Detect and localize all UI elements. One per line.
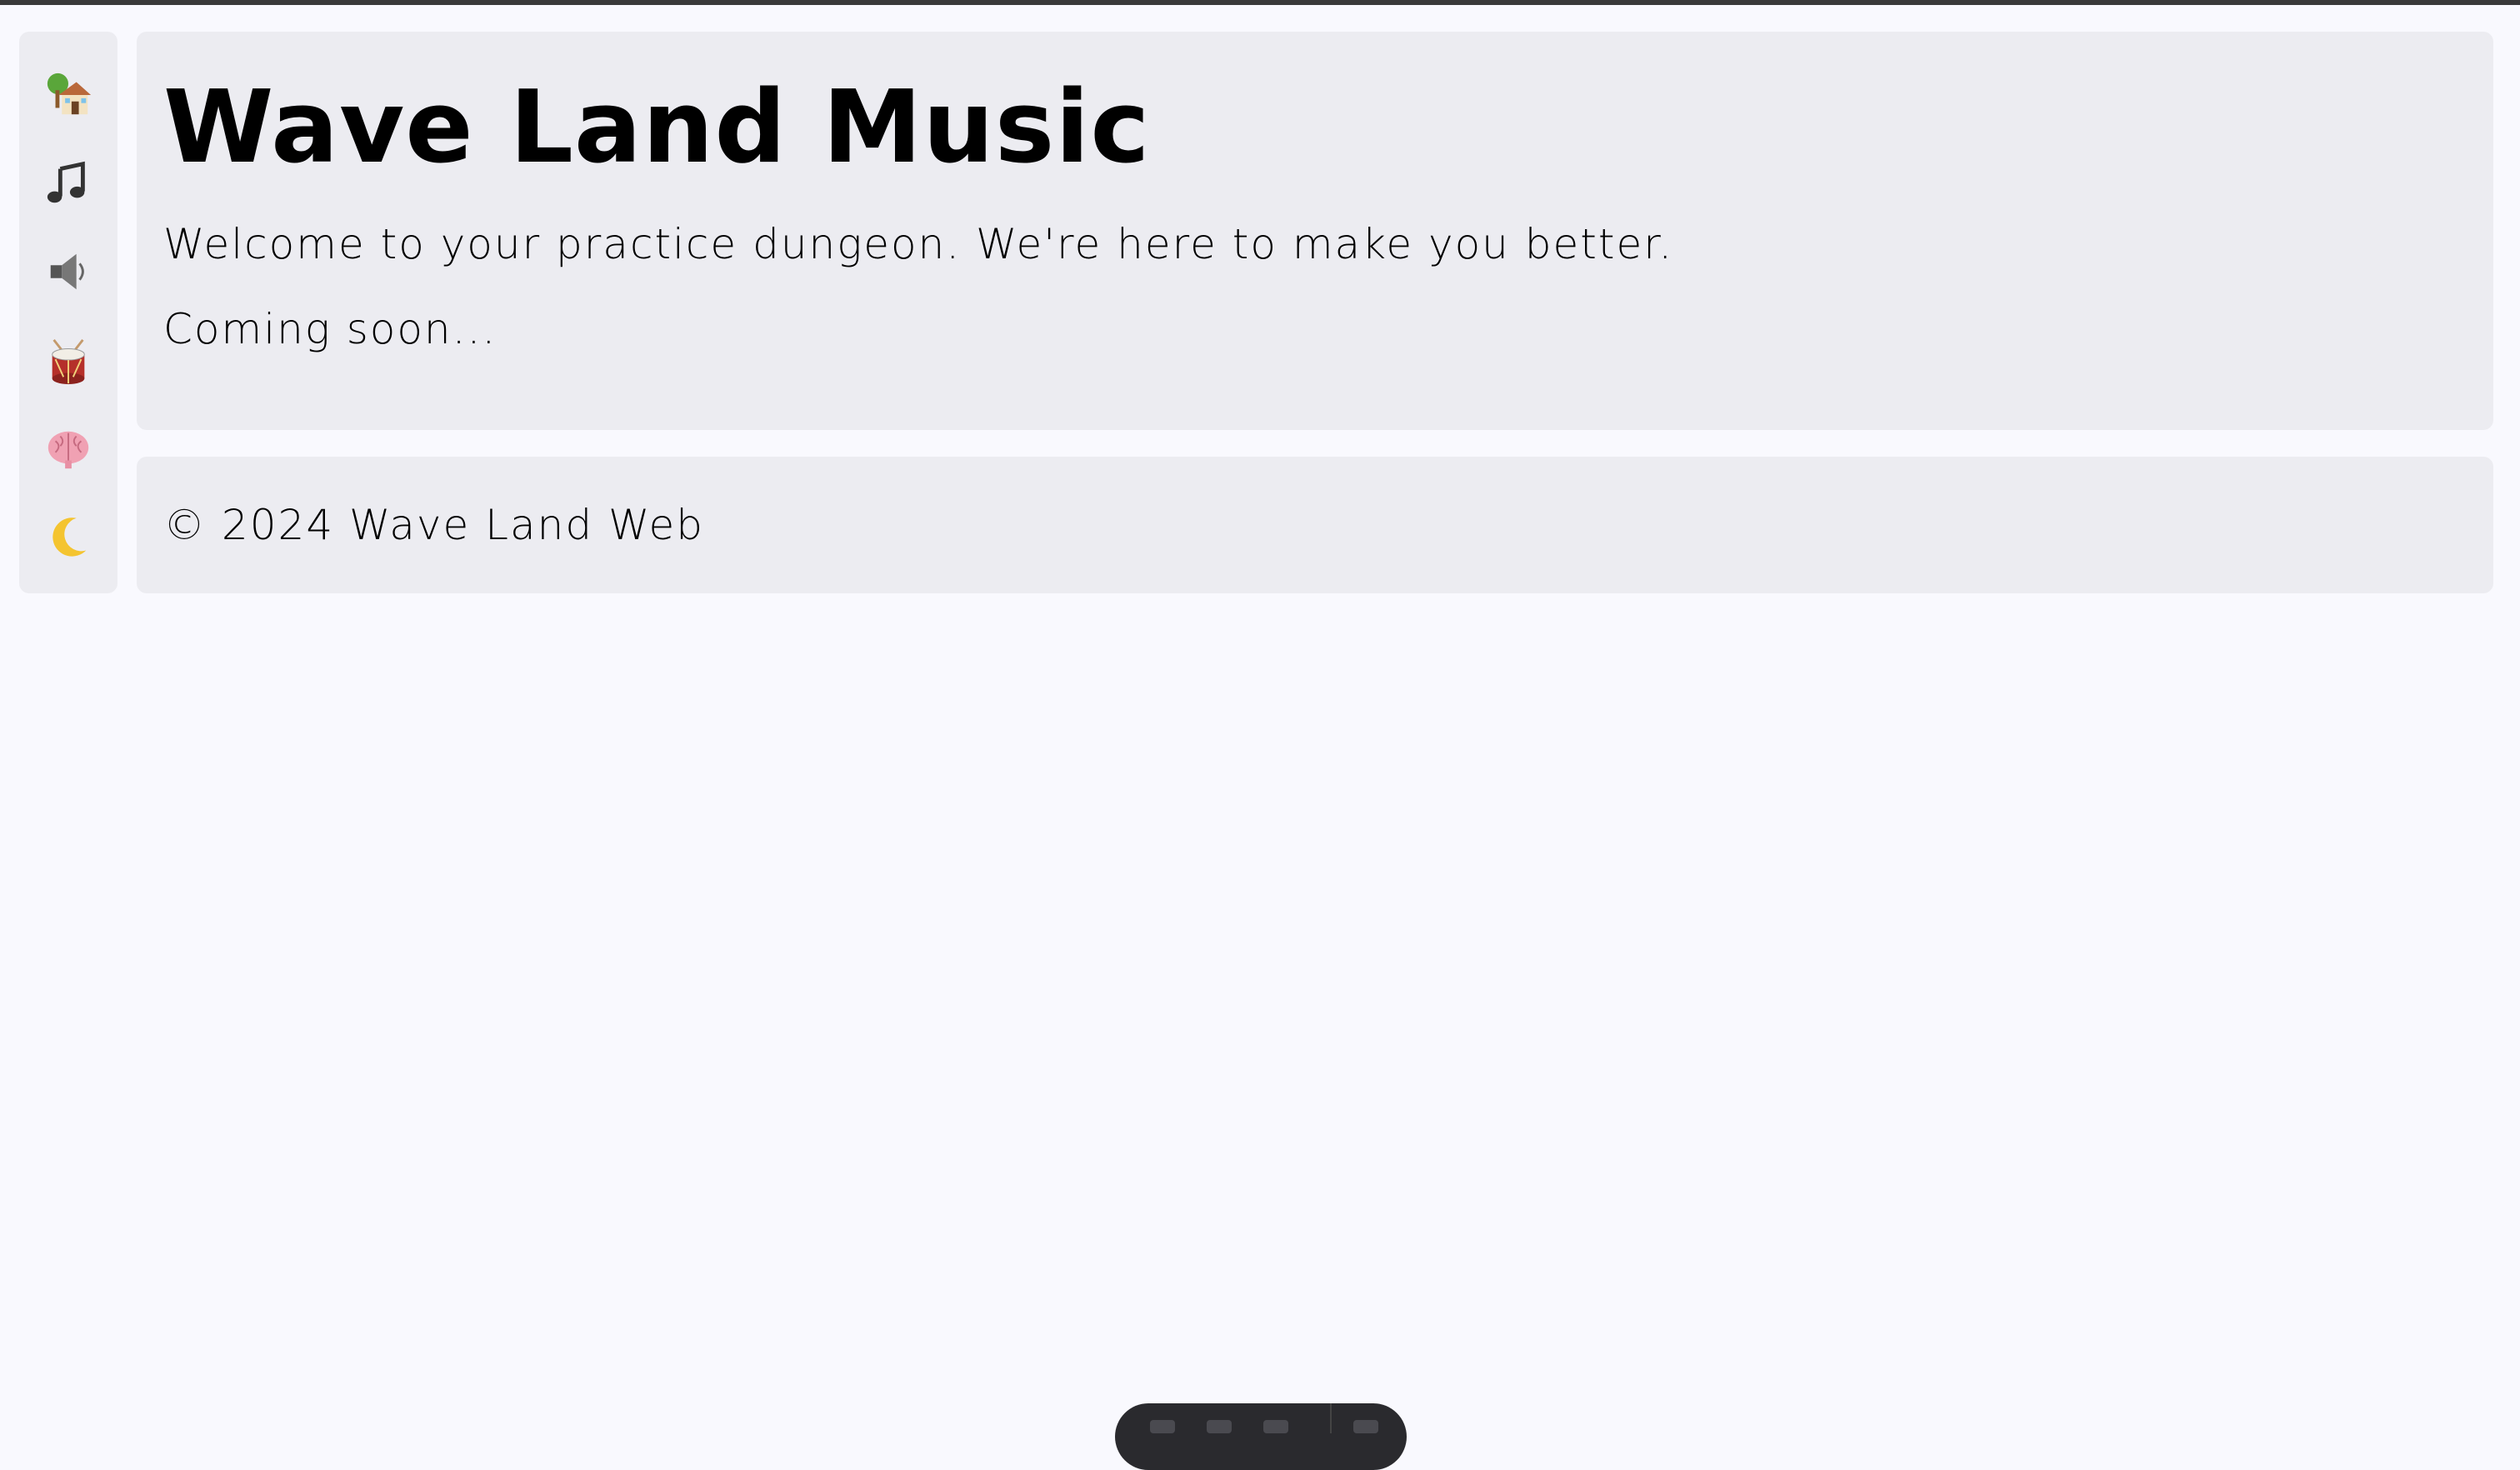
toolbar-button[interactable]	[1150, 1420, 1175, 1433]
toolbar-button[interactable]	[1207, 1420, 1232, 1433]
hero-panel: Wave Land Music Welcome to your practice…	[137, 32, 2493, 430]
toolbar-divider	[1330, 1403, 1332, 1433]
brain-icon	[48, 431, 89, 469]
copyright-text: © 2024 Wave Land Web	[163, 501, 704, 549]
toolbar-settings-button[interactable]	[1353, 1420, 1378, 1433]
music-note-icon	[47, 161, 85, 203]
moon-icon	[52, 518, 87, 557]
house-with-tree-icon	[47, 72, 92, 114]
sidebar-item-home[interactable]	[35, 62, 102, 128]
window-top-border	[0, 0, 2520, 5]
speaker-icon	[50, 254, 84, 290]
sidebar-nav	[19, 32, 118, 593]
drum-icon	[52, 338, 85, 384]
welcome-text: Welcome to your practice dungeon. We're …	[163, 220, 1674, 268]
page-title: Wave Land Music	[163, 70, 1151, 186]
sidebar-item-dark-mode[interactable]	[35, 505, 102, 571]
sidebar-item-music[interactable]	[35, 150, 102, 216]
status-text: Coming soon...	[163, 305, 498, 353]
floating-toolbar[interactable]	[1115, 1403, 1407, 1470]
sidebar-item-drums[interactable]	[35, 328, 102, 393]
sidebar-item-audio[interactable]	[35, 239, 102, 305]
toolbar-button[interactable]	[1263, 1420, 1288, 1433]
sidebar-item-training[interactable]	[35, 416, 102, 482]
footer-panel: © 2024 Wave Land Web	[137, 457, 2493, 593]
